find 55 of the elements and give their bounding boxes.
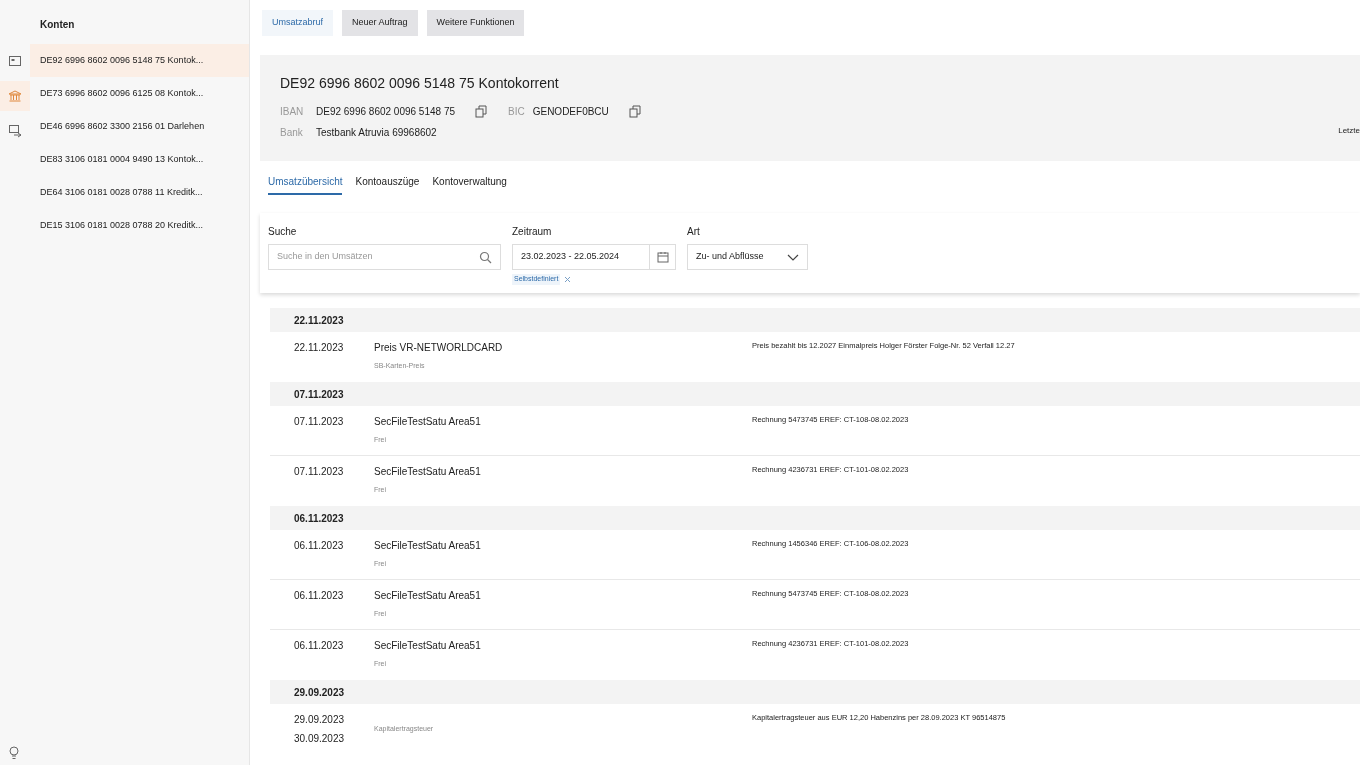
account-item[interactable]: DE15 3106 0181 0028 0788 20 Kreditk... xyxy=(30,209,249,242)
group-date: 29.09.2023 xyxy=(294,685,345,700)
toolbar-button[interactable]: Weitere Funktionen xyxy=(426,10,525,36)
toolbar-button[interactable]: Neuer Auftrag xyxy=(342,10,418,36)
account-item[interactable]: DE83 3106 0181 0004 9490 13 Kontok... xyxy=(30,143,249,176)
booking-date: 06.11.2023 xyxy=(294,539,345,553)
copy-icon[interactable] xyxy=(475,105,488,118)
chevron-down-icon xyxy=(787,253,799,261)
transaction-title: SecFileTestSatu Area51 xyxy=(374,639,482,653)
bank-icon xyxy=(8,89,22,103)
group-date: 06.11.2023 xyxy=(294,511,344,526)
tab[interactable]: Kontoverwaltung xyxy=(432,174,507,195)
calendar-icon xyxy=(656,251,669,263)
iban-value: DE92 6996 8602 0096 5148 75 xyxy=(316,105,455,119)
copy-icon[interactable] xyxy=(628,105,642,118)
bic-label: BIC xyxy=(508,105,525,119)
group-date: 07.11.2023 xyxy=(294,387,344,402)
transaction-title: SecFileTestSatu Area51 xyxy=(374,589,482,603)
period-label: Zeitraum xyxy=(512,225,553,239)
bank-label: Bank xyxy=(280,126,304,140)
transaction-title: SecFileTestSatu Area51 xyxy=(374,465,482,479)
search-label: Suche xyxy=(268,225,298,239)
value-date: 30.09.2023 xyxy=(294,732,346,746)
booking-date: 06.11.2023 xyxy=(294,589,345,603)
search-icon xyxy=(479,250,492,264)
sidebar-title: Konten xyxy=(39,18,76,32)
account-item[interactable]: DE46 6996 8602 3300 2156 01 Darlehen xyxy=(30,110,249,143)
type-label: Art xyxy=(687,225,701,239)
transaction-title: SecFileTestSatu Area51 xyxy=(374,415,482,429)
calendar-button[interactable] xyxy=(650,244,676,270)
account-item[interactable]: DE92 6996 8602 0096 5148 75 Kontok... xyxy=(30,44,249,77)
side-label: Letzte xyxy=(1338,125,1360,137)
transaction-title: SecFileTestSatu Area51 xyxy=(374,539,482,553)
type-dropdown[interactable]: Zu- und Abflüsse xyxy=(687,244,808,270)
bic-value: GENODEF0BCU xyxy=(532,105,609,119)
booking-date: 06.11.2023 xyxy=(294,639,345,653)
booking-date: 22.11.2023 xyxy=(294,341,345,355)
bank-value: Testbank Atruvia 69968602 xyxy=(316,126,437,140)
tab[interactable]: Umsatzübersicht xyxy=(268,174,343,195)
transaction-title: Preis VR-NETWORLDCARD xyxy=(374,341,504,355)
account-item[interactable]: DE73 6996 8602 0096 6125 08 Kontok... xyxy=(30,77,249,110)
lightbulb-icon[interactable] xyxy=(8,746,20,760)
close-icon[interactable] xyxy=(564,275,572,283)
monitor-icon xyxy=(8,124,22,138)
account-item[interactable]: DE64 3106 0181 0028 0788 11 Kreditk... xyxy=(30,176,249,209)
tab[interactable]: Kontoauszüge xyxy=(355,174,420,195)
card-icon xyxy=(8,54,22,68)
booking-date: 07.11.2023 xyxy=(294,415,345,429)
booking-date: 07.11.2023 xyxy=(294,465,345,479)
group-date: 22.11.2023 xyxy=(294,313,344,328)
toolbar-button[interactable]: Umsatzabruf xyxy=(262,10,334,36)
booking-date: 29.09.2023 xyxy=(294,713,346,727)
iban-label: IBAN xyxy=(280,105,305,119)
account-title: DE92 6996 8602 0096 5148 75 Kontokorrent xyxy=(280,74,560,93)
date-range-field[interactable]: 23.02.2023 - 22.05.2024 xyxy=(512,244,650,270)
